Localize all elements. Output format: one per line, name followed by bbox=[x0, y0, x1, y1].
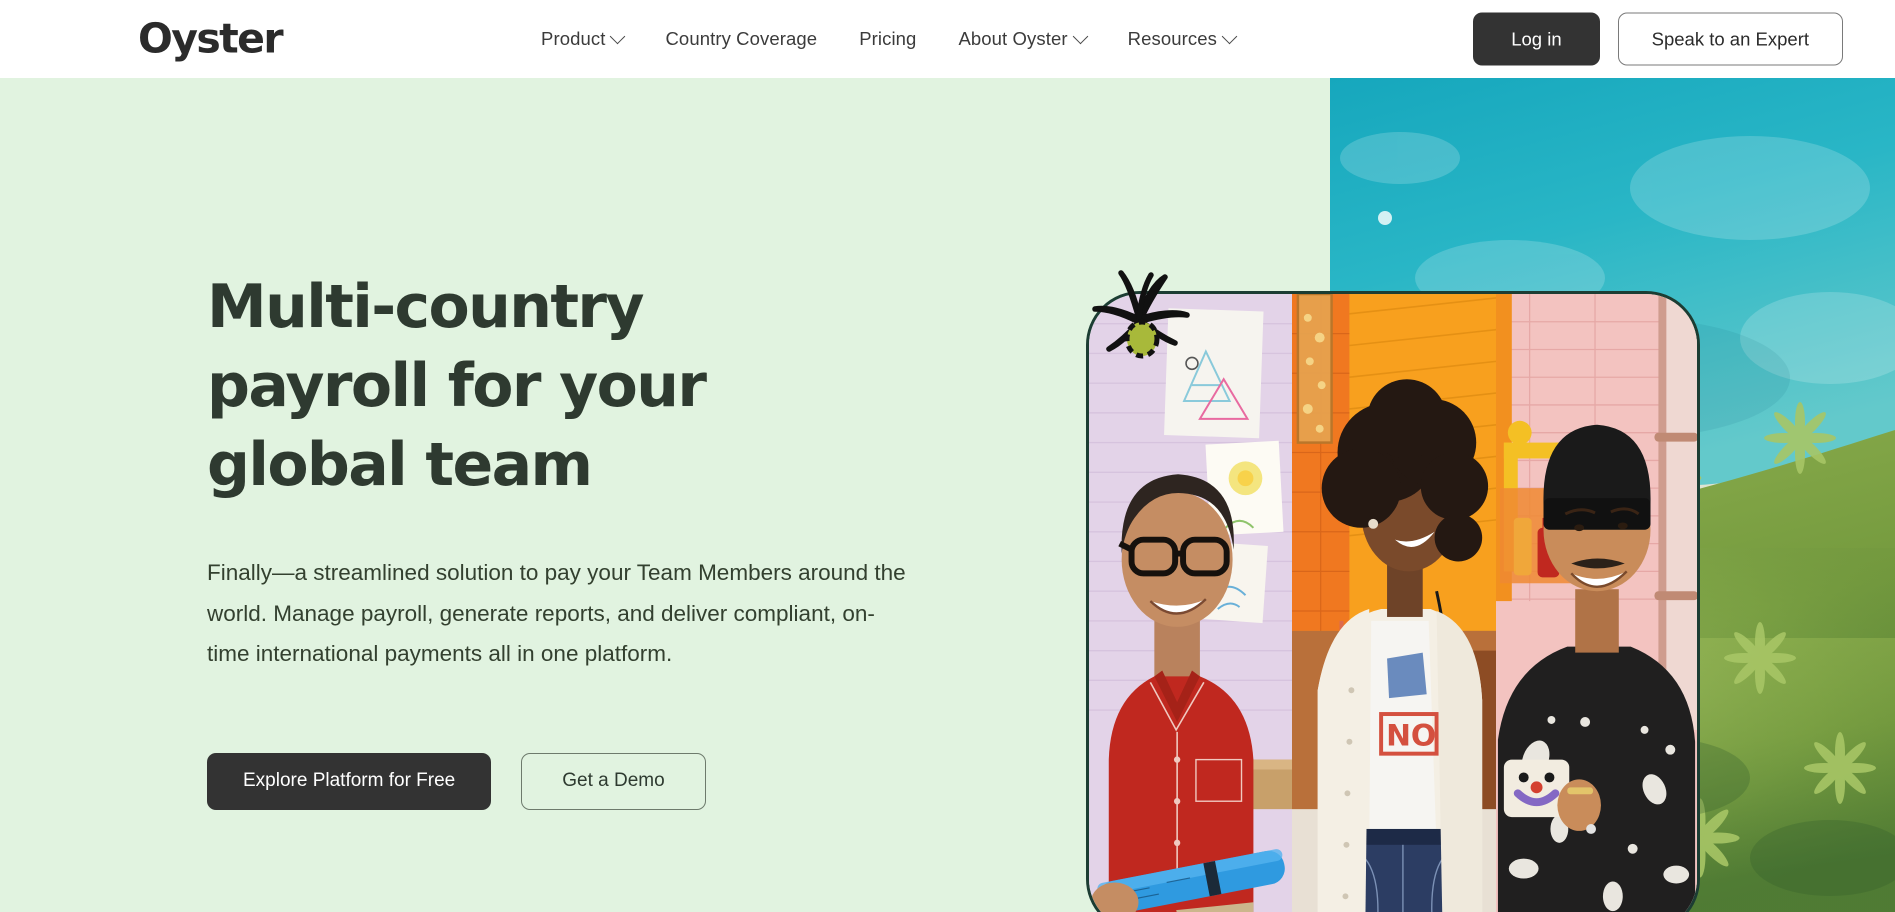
speak-to-expert-button[interactable]: Speak to an Expert bbox=[1617, 12, 1843, 66]
hero-card-panel-3 bbox=[1495, 294, 1697, 912]
page-root: Oyster Product Country Coverage Pricing … bbox=[0, 0, 1895, 912]
chevron-down-icon bbox=[1221, 28, 1238, 44]
nav-item-resources[interactable]: Resources bbox=[1107, 22, 1256, 56]
hero-description: Finally—a streamlined solution to pay yo… bbox=[207, 560, 906, 666]
nav-item-country-coverage[interactable]: Country Coverage bbox=[644, 22, 838, 56]
explore-platform-button[interactable]: Explore Platform for Free bbox=[207, 752, 492, 810]
primary-nav-links: Product Country Coverage Pricing About O… bbox=[520, 22, 1256, 56]
login-button[interactable]: Log in bbox=[1473, 12, 1600, 66]
nav-item-product[interactable]: Product bbox=[520, 22, 644, 56]
hero-card-panel-1 bbox=[1089, 294, 1292, 912]
nav-action-buttons: Log in Speak to an Expert bbox=[1473, 12, 1843, 66]
svg-text:NO: NO bbox=[1386, 719, 1436, 754]
page-title: Multi-country payroll for your global te… bbox=[207, 272, 707, 500]
nav-item-label: Product bbox=[541, 28, 606, 49]
top-navigation-bar: Oyster Product Country Coverage Pricing … bbox=[0, 0, 1895, 78]
get-a-demo-button[interactable]: Get a Demo bbox=[521, 752, 706, 810]
hero-image-card: NO bbox=[1086, 291, 1700, 912]
hero-section: Multi-country payroll for your global te… bbox=[0, 78, 1895, 912]
nav-item-label: Pricing bbox=[859, 28, 917, 49]
nav-item-about-oyster[interactable]: About Oyster bbox=[937, 22, 1106, 56]
nav-item-label: About Oyster bbox=[958, 28, 1068, 49]
nav-item-label: Country Coverage bbox=[665, 28, 818, 49]
chevron-down-icon bbox=[1072, 28, 1088, 44]
nav-item-label: Resources bbox=[1127, 28, 1217, 49]
hero-card-panel-2: NO bbox=[1292, 294, 1496, 912]
hero-cta-row: Explore Platform for Free Get a Demo bbox=[207, 752, 927, 810]
chevron-down-icon bbox=[610, 28, 626, 44]
nav-item-pricing[interactable]: Pricing bbox=[838, 22, 937, 56]
oyster-logo[interactable]: Oyster bbox=[138, 18, 284, 60]
hero-copy: Multi-country payroll for your global te… bbox=[207, 268, 927, 810]
